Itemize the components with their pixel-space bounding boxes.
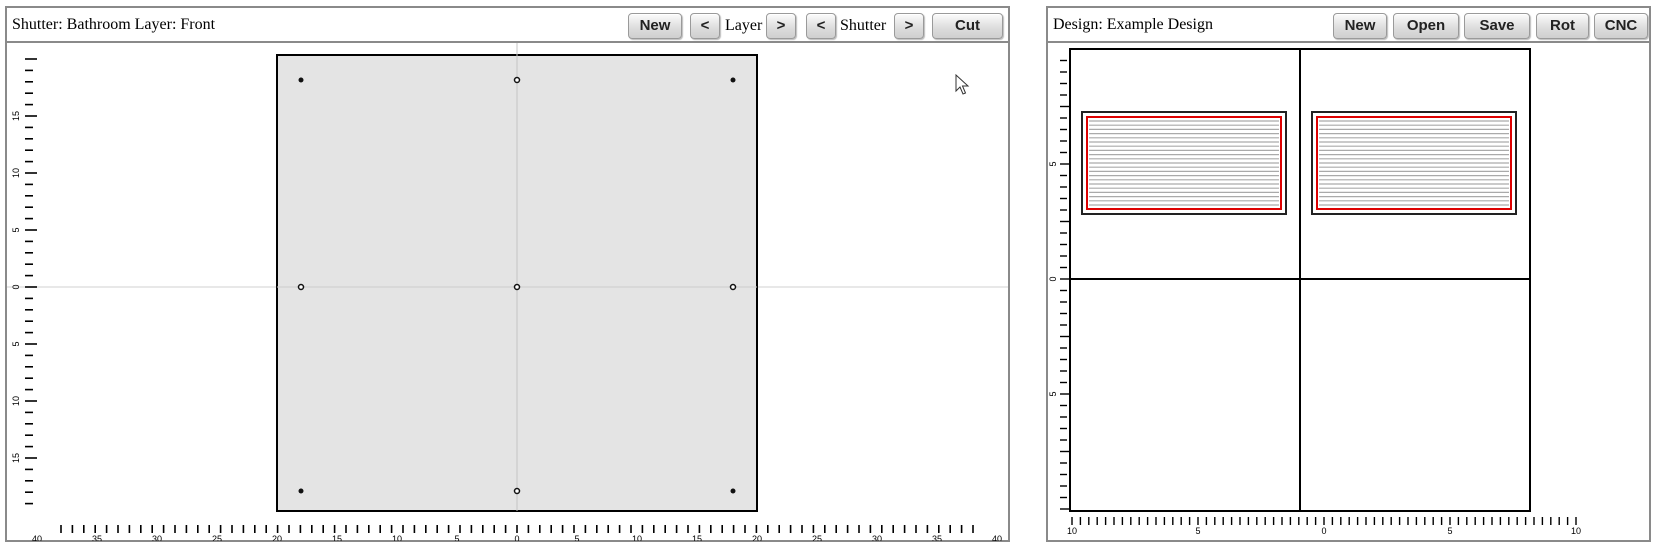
new-design-button[interactable]: New bbox=[1333, 13, 1387, 39]
ruler-label: 10 bbox=[1571, 526, 1581, 536]
louver-lines bbox=[1319, 120, 1509, 206]
save-design-button[interactable]: Save bbox=[1464, 13, 1530, 39]
ruler-label: 15 bbox=[332, 534, 342, 541]
control-point[interactable] bbox=[730, 77, 736, 83]
previous-layer-button[interactable]: < bbox=[690, 13, 720, 39]
ruler-label: 15 bbox=[692, 534, 702, 541]
layer-label: Layer bbox=[725, 17, 763, 34]
rotate-button[interactable]: Rot bbox=[1536, 13, 1589, 39]
design-toolbar: Design: Example Design New Open Save Rot… bbox=[1048, 8, 1649, 43]
control-point[interactable] bbox=[729, 283, 737, 291]
ruler-label: 10 bbox=[11, 396, 21, 406]
design-panel: Design: Example Design New Open Save Rot… bbox=[1046, 6, 1651, 542]
shutter-canvas[interactable]: 15 10 5 0 5 10 15 40 35 30 25 20 15 10 5 0 5 10 15 20 25 30 3… bbox=[7, 43, 1008, 541]
next-layer-button[interactable]: > bbox=[766, 13, 796, 39]
ruler-label: 0 bbox=[1321, 526, 1326, 536]
ruler-label: 5 bbox=[1048, 161, 1058, 166]
ruler-label: 5 bbox=[1195, 526, 1200, 536]
ruler-label: 5 bbox=[454, 534, 459, 541]
horizontal-ruler: 10 5 0 5 10 bbox=[1067, 517, 1581, 536]
vertical-ruler: 5 0 5 bbox=[1048, 59, 1070, 510]
control-point[interactable] bbox=[513, 283, 521, 291]
control-point[interactable] bbox=[513, 76, 521, 84]
ruler-label: 0 bbox=[11, 284, 21, 289]
ruler-label: 25 bbox=[812, 534, 822, 541]
new-shutter-button[interactable]: New bbox=[628, 13, 682, 39]
open-design-button[interactable]: Open bbox=[1393, 13, 1459, 39]
control-point[interactable] bbox=[513, 487, 521, 495]
ruler-label: 30 bbox=[872, 534, 882, 541]
ruler-label: 20 bbox=[752, 534, 762, 541]
shutter-title: Shutter: Bathroom Layer: Front bbox=[12, 16, 216, 33]
shutter-editor-panel: Shutter: Bathroom Layer: Front New < Lay… bbox=[5, 6, 1010, 542]
ruler-label: 30 bbox=[152, 534, 162, 541]
ruler-label: 5 bbox=[574, 534, 579, 541]
cut-button[interactable]: Cut bbox=[932, 13, 1003, 39]
mouse-pointer-icon bbox=[955, 74, 970, 95]
control-point[interactable] bbox=[298, 77, 304, 83]
design-canvas[interactable]: 5 0 5 10 5 0 5 10 bbox=[1048, 43, 1649, 541]
ruler-label: 10 bbox=[392, 534, 402, 541]
louver-lines bbox=[1089, 120, 1279, 206]
cnc-button[interactable]: CNC bbox=[1594, 13, 1648, 39]
ruler-label: 5 bbox=[11, 227, 21, 232]
ruler-label: 15 bbox=[11, 111, 21, 121]
ruler-label: 35 bbox=[92, 534, 102, 541]
ruler-label: 5 bbox=[1447, 526, 1452, 536]
vertical-ruler: 15 10 5 0 5 10 15 bbox=[11, 58, 37, 505]
ruler-label: 40 bbox=[32, 534, 42, 541]
previous-shutter-button[interactable]: < bbox=[806, 13, 836, 39]
ruler-label: 25 bbox=[212, 534, 222, 541]
horizontal-ruler: 40 35 30 25 20 15 10 5 0 5 10 15 20 25 30 35 40 bbox=[32, 525, 1002, 541]
shutter-toolbar: Shutter: Bathroom Layer: Front New < Lay… bbox=[7, 8, 1008, 43]
control-point[interactable] bbox=[730, 488, 736, 494]
ruler-label: 20 bbox=[272, 534, 282, 541]
control-point[interactable] bbox=[298, 488, 304, 494]
control-point[interactable] bbox=[297, 283, 305, 291]
ruler-label: 10 bbox=[11, 168, 21, 178]
shutter-label: Shutter bbox=[840, 17, 887, 34]
ruler-label: 5 bbox=[1048, 391, 1058, 396]
next-shutter-button[interactable]: > bbox=[894, 13, 924, 39]
ruler-label: 15 bbox=[11, 453, 21, 463]
ruler-label: 10 bbox=[1067, 526, 1077, 536]
ruler-label: 0 bbox=[514, 534, 519, 541]
ruler-label: 35 bbox=[932, 534, 942, 541]
shutter-piece[interactable] bbox=[1081, 111, 1287, 215]
shutter-piece[interactable] bbox=[1311, 111, 1517, 215]
ruler-label: 40 bbox=[992, 534, 1002, 541]
design-title: Design: Example Design bbox=[1053, 16, 1213, 33]
ruler-label: 5 bbox=[11, 341, 21, 346]
ruler-label: 10 bbox=[632, 534, 642, 541]
ruler-label: 0 bbox=[1048, 276, 1058, 281]
